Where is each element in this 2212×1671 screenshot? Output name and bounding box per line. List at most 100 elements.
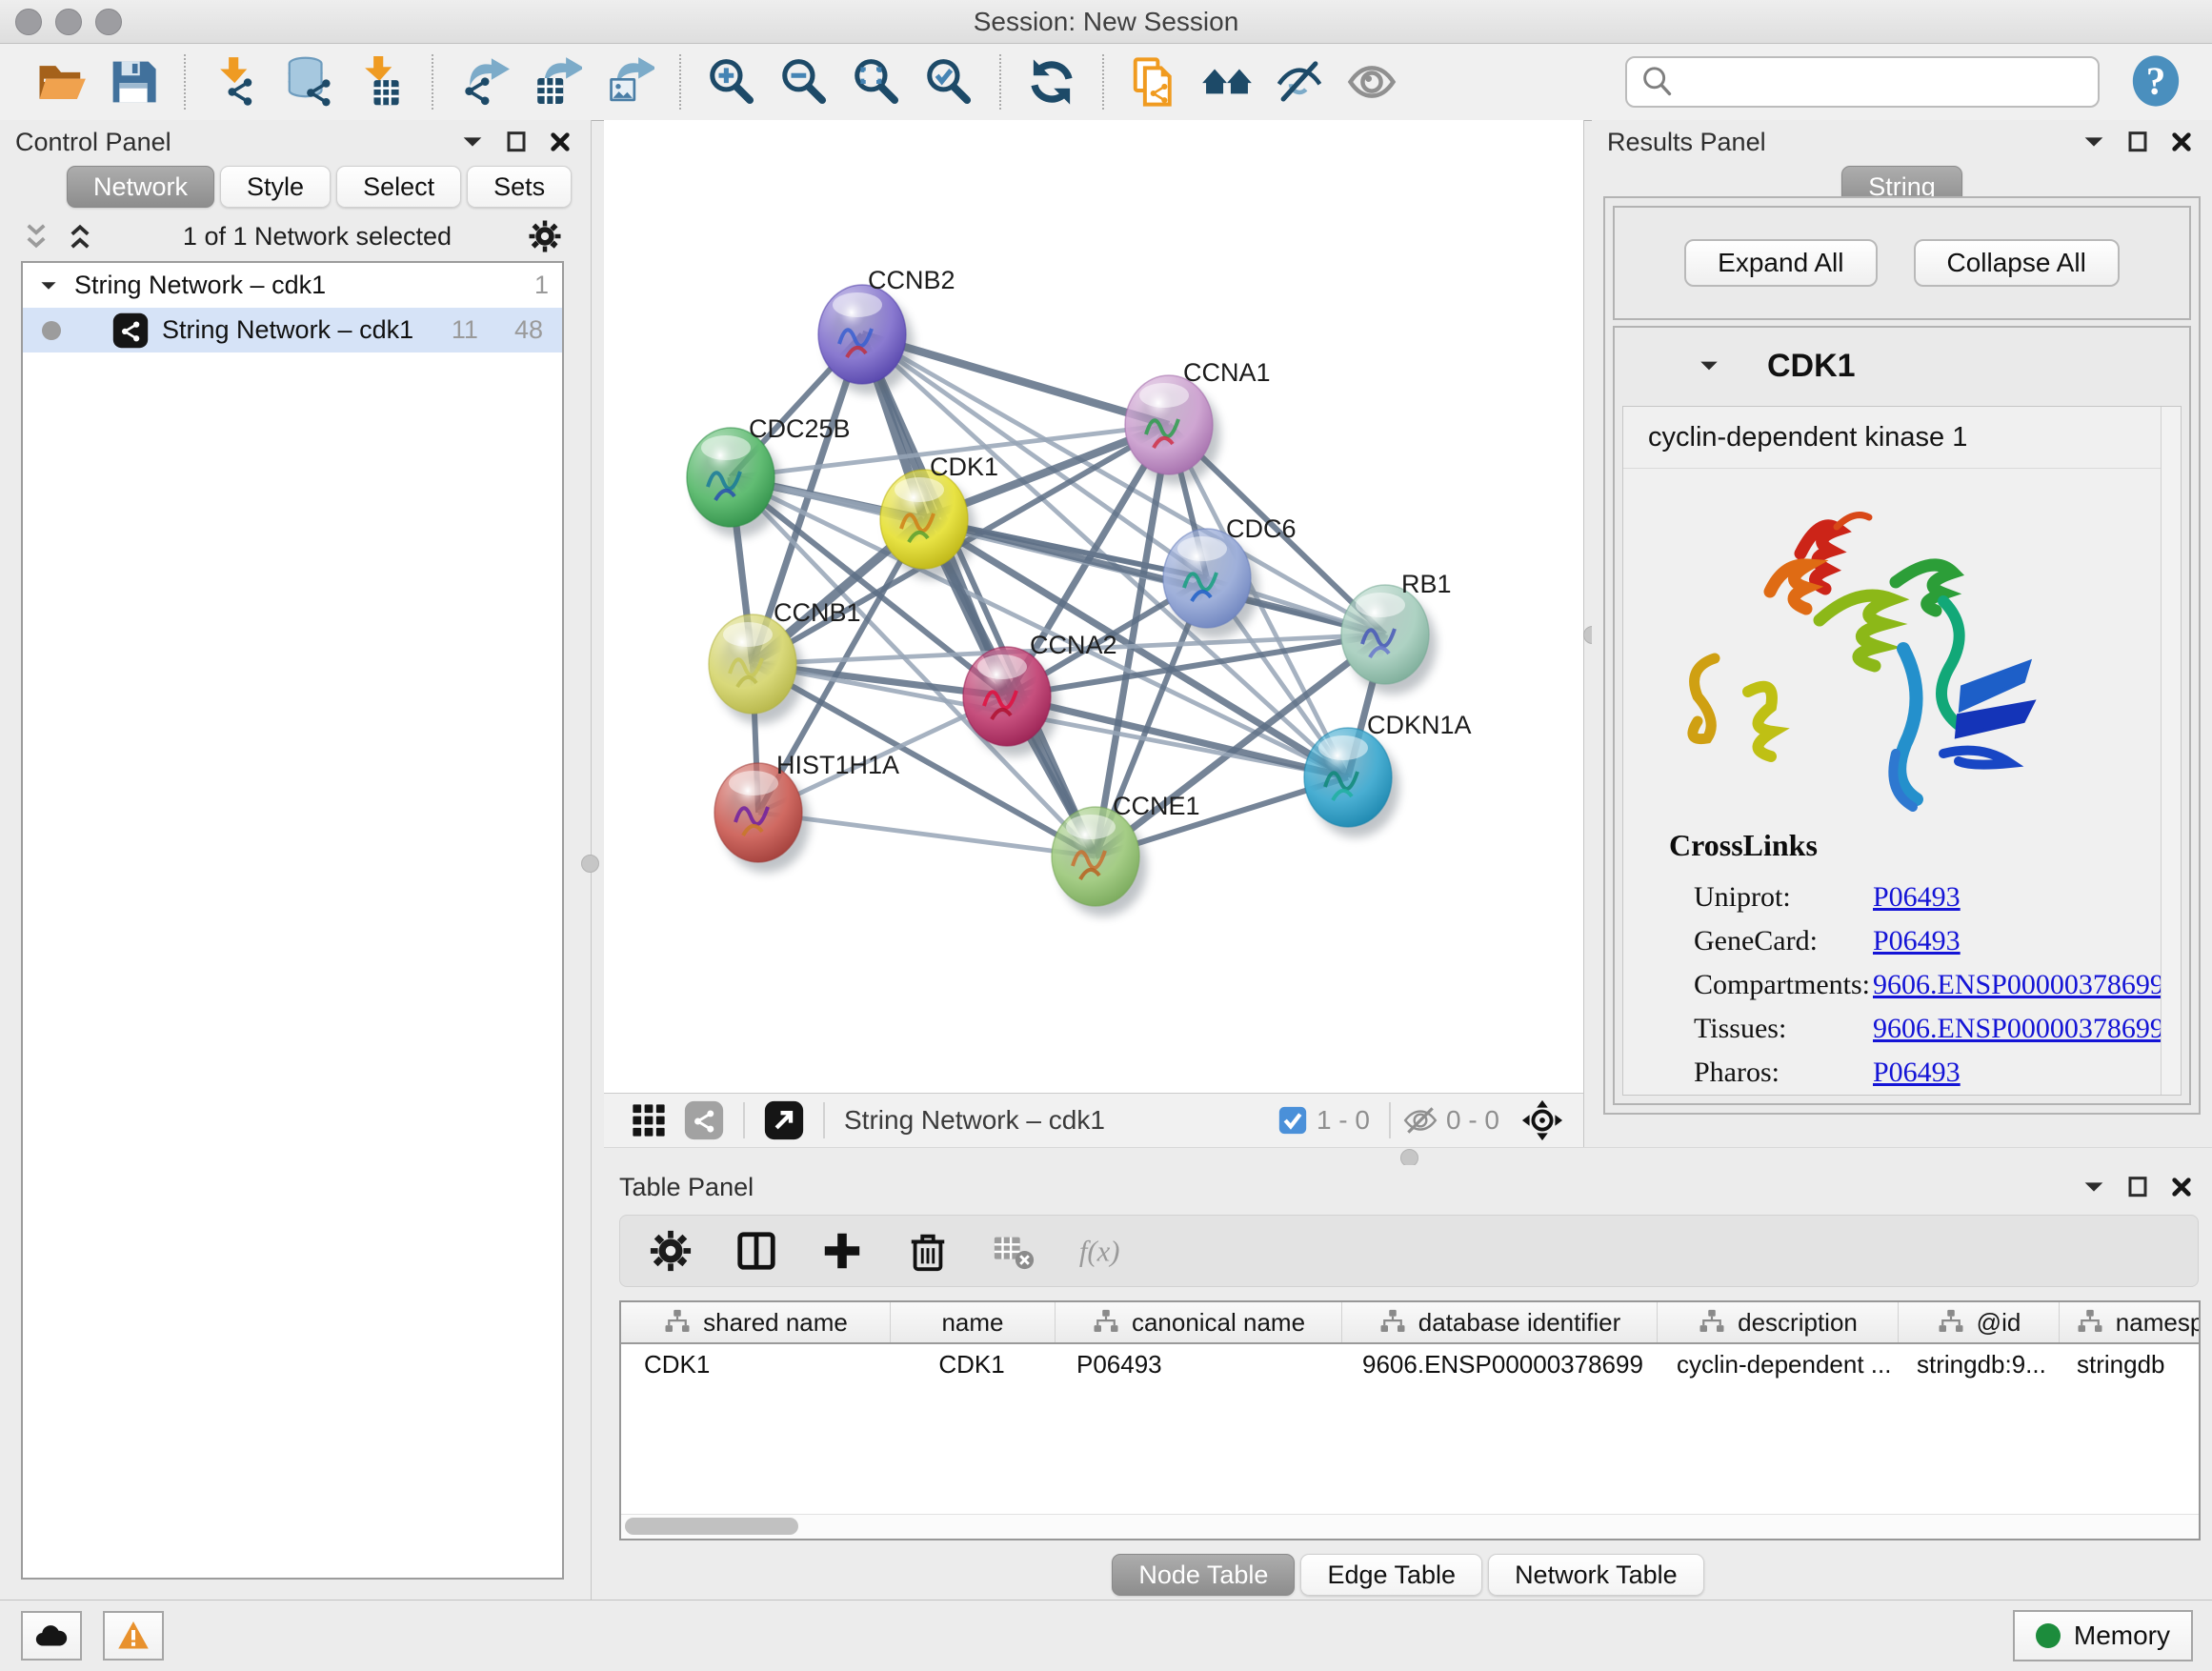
selected-checkbox-icon[interactable] (1277, 1104, 1309, 1137)
tab-style[interactable]: Style (220, 166, 331, 208)
tab-edge-table[interactable]: Edge Table (1300, 1554, 1482, 1596)
cloud-status-button[interactable] (21, 1611, 82, 1661)
network-canvas-panel: CCNB2CCNA1CDC25BCDK1CDC6RB1CCNB1CCNA2CDK… (604, 120, 1584, 1147)
column-header-database-identifier[interactable]: database identifier (1342, 1302, 1658, 1342)
tab-select[interactable]: Select (336, 166, 461, 208)
cell-database-identifier[interactable]: 9606.ENSP00000378699 (1339, 1350, 1654, 1379)
search-box[interactable] (1625, 56, 2100, 108)
horizontal-divider[interactable] (604, 1147, 2212, 1166)
export-table-button[interactable] (531, 56, 582, 108)
results-scrollbar[interactable] (2161, 407, 2181, 1095)
column-header-shared-name[interactable]: shared name (621, 1302, 891, 1342)
control-panel-close-icon[interactable] (545, 127, 575, 157)
network-node-HIST1H1A[interactable] (714, 763, 810, 873)
duplicate-network-button[interactable] (1129, 56, 1180, 108)
import-network-file-button[interactable] (211, 56, 262, 108)
network-node-RB1[interactable] (1341, 585, 1437, 695)
table-panel-float-icon[interactable] (2122, 1172, 2153, 1202)
shared-column-icon (1937, 1308, 1965, 1337)
shared-column-icon (663, 1308, 692, 1337)
status-bar: Memory (0, 1600, 2212, 1671)
tab-node-table[interactable]: Node Table (1112, 1554, 1295, 1596)
section-collapse-icon[interactable] (1695, 352, 1723, 380)
export-network-button[interactable] (458, 56, 510, 108)
help-button[interactable]: ? (2128, 53, 2183, 109)
network-node-CDC25B[interactable] (687, 428, 782, 537)
zoom-in-button[interactable] (706, 56, 757, 108)
memory-button[interactable]: Memory (2013, 1610, 2193, 1661)
hide-selected-button[interactable] (1274, 56, 1325, 108)
delete-column-button[interactable] (906, 1229, 950, 1273)
network-node-CDKN1A[interactable] (1304, 728, 1399, 837)
import-table-button[interactable] (355, 56, 407, 108)
network-collection-row[interactable]: String Network – cdk1 1 (23, 263, 562, 308)
search-icon (1639, 63, 1677, 101)
control-panel-float-icon[interactable] (501, 127, 532, 157)
results-panel-menu-icon[interactable] (2079, 127, 2109, 157)
crosslink-link[interactable]: 9606.ENSP00000378699 (1873, 1013, 2164, 1045)
network-options-gear-icon[interactable] (528, 219, 562, 253)
collection-expand-icon[interactable] (36, 273, 61, 298)
app-window: Session: New Session ? Control Panel Net… (0, 0, 2212, 1671)
column-header-description[interactable]: description (1658, 1302, 1899, 1342)
results-panel-float-icon[interactable] (2122, 127, 2153, 157)
tab-sets[interactable]: Sets (467, 166, 572, 208)
first-neighbors-button[interactable] (1201, 56, 1253, 108)
zoom-fit-content-button[interactable] (851, 56, 902, 108)
cell--id[interactable]: stringdb:9... (1894, 1350, 2054, 1379)
crosslink-link[interactable]: P06493 (1873, 1057, 1961, 1089)
show-columns-button[interactable] (734, 1229, 778, 1273)
column-header-canonical-name[interactable]: canonical name (1056, 1302, 1342, 1342)
control-panel-menu-icon[interactable] (457, 127, 488, 157)
table-horizontal-scrollbar[interactable] (621, 1514, 2199, 1539)
cell-name[interactable]: CDK1 (890, 1350, 1054, 1379)
network-node-CCNB2[interactable] (818, 285, 914, 394)
tab-network-table[interactable]: Network Table (1488, 1554, 1704, 1596)
crosslink-link[interactable]: P06493 (1873, 925, 1961, 957)
network-node-CCNE1[interactable] (1052, 807, 1147, 916)
open-session-button[interactable] (35, 56, 87, 108)
cell-canonical-name[interactable]: P06493 (1054, 1350, 1339, 1379)
left-panel-grip[interactable] (581, 855, 599, 873)
gene-description: cyclin-dependent kinase 1 (1623, 407, 2181, 469)
zoom-out-button[interactable] (778, 56, 830, 108)
cell-shared-name[interactable]: CDK1 (621, 1350, 890, 1379)
zoom-selected-button[interactable] (923, 56, 975, 108)
tab-network[interactable]: Network (67, 166, 214, 208)
warnings-button[interactable] (103, 1611, 164, 1661)
table-panel-close-icon[interactable] (2166, 1172, 2197, 1202)
expand-all-networks-icon[interactable] (63, 219, 97, 253)
table-row[interactable]: CDK1CDK1P064939606.ENSP00000378699cyclin… (621, 1344, 2199, 1384)
collapse-all-button[interactable]: Collapse All (1914, 239, 2120, 287)
crosslink-link[interactable]: P06493 (1873, 881, 1961, 914)
scrollbar-thumb[interactable] (625, 1518, 798, 1535)
pan-crosshair-icon[interactable] (1520, 1098, 1564, 1142)
export-image-button[interactable] (603, 56, 654, 108)
network-node-CDK1[interactable] (880, 470, 975, 579)
table-panel-menu-icon[interactable] (2079, 1172, 2109, 1202)
collapse-all-networks-icon[interactable] (19, 219, 53, 253)
column-header-name[interactable]: name (891, 1302, 1056, 1342)
network-row-selected[interactable]: String Network – cdk1 11 48 (23, 308, 562, 352)
network-node-CCNA2[interactable] (963, 647, 1058, 756)
add-column-button[interactable] (820, 1229, 864, 1273)
results-panel-close-icon[interactable] (2166, 127, 2197, 157)
selected-node-edge-counts: 1 - 0 (1317, 1105, 1370, 1136)
save-session-button[interactable] (108, 56, 159, 108)
import-network-database-button[interactable] (283, 56, 334, 108)
function-builder-button: f(x) (1077, 1229, 1121, 1273)
detach-view-icon[interactable] (764, 1100, 804, 1140)
column-header--id[interactable]: @id (1899, 1302, 2060, 1342)
expand-all-button[interactable]: Expand All (1684, 239, 1877, 287)
cell-description[interactable]: cyclin-dependent ... (1654, 1350, 1894, 1379)
refresh-view-button[interactable] (1026, 56, 1077, 108)
crosslink-link[interactable]: 9606.ENSP00000378699 (1873, 969, 2164, 1001)
network-badge-icon[interactable] (684, 1100, 724, 1140)
cell-namespace[interactable]: stringdb (2054, 1350, 2201, 1379)
show-grid-icon[interactable] (629, 1100, 669, 1140)
table-toolbar: f(x) (619, 1215, 2199, 1287)
network-canvas[interactable]: CCNB2CCNA1CDC25BCDK1CDC6RB1CCNB1CCNA2CDK… (604, 120, 1583, 1094)
table-settings-button[interactable] (649, 1229, 693, 1273)
search-input[interactable] (1682, 67, 2098, 98)
column-header-namespace[interactable]: namespace (2060, 1302, 2201, 1342)
